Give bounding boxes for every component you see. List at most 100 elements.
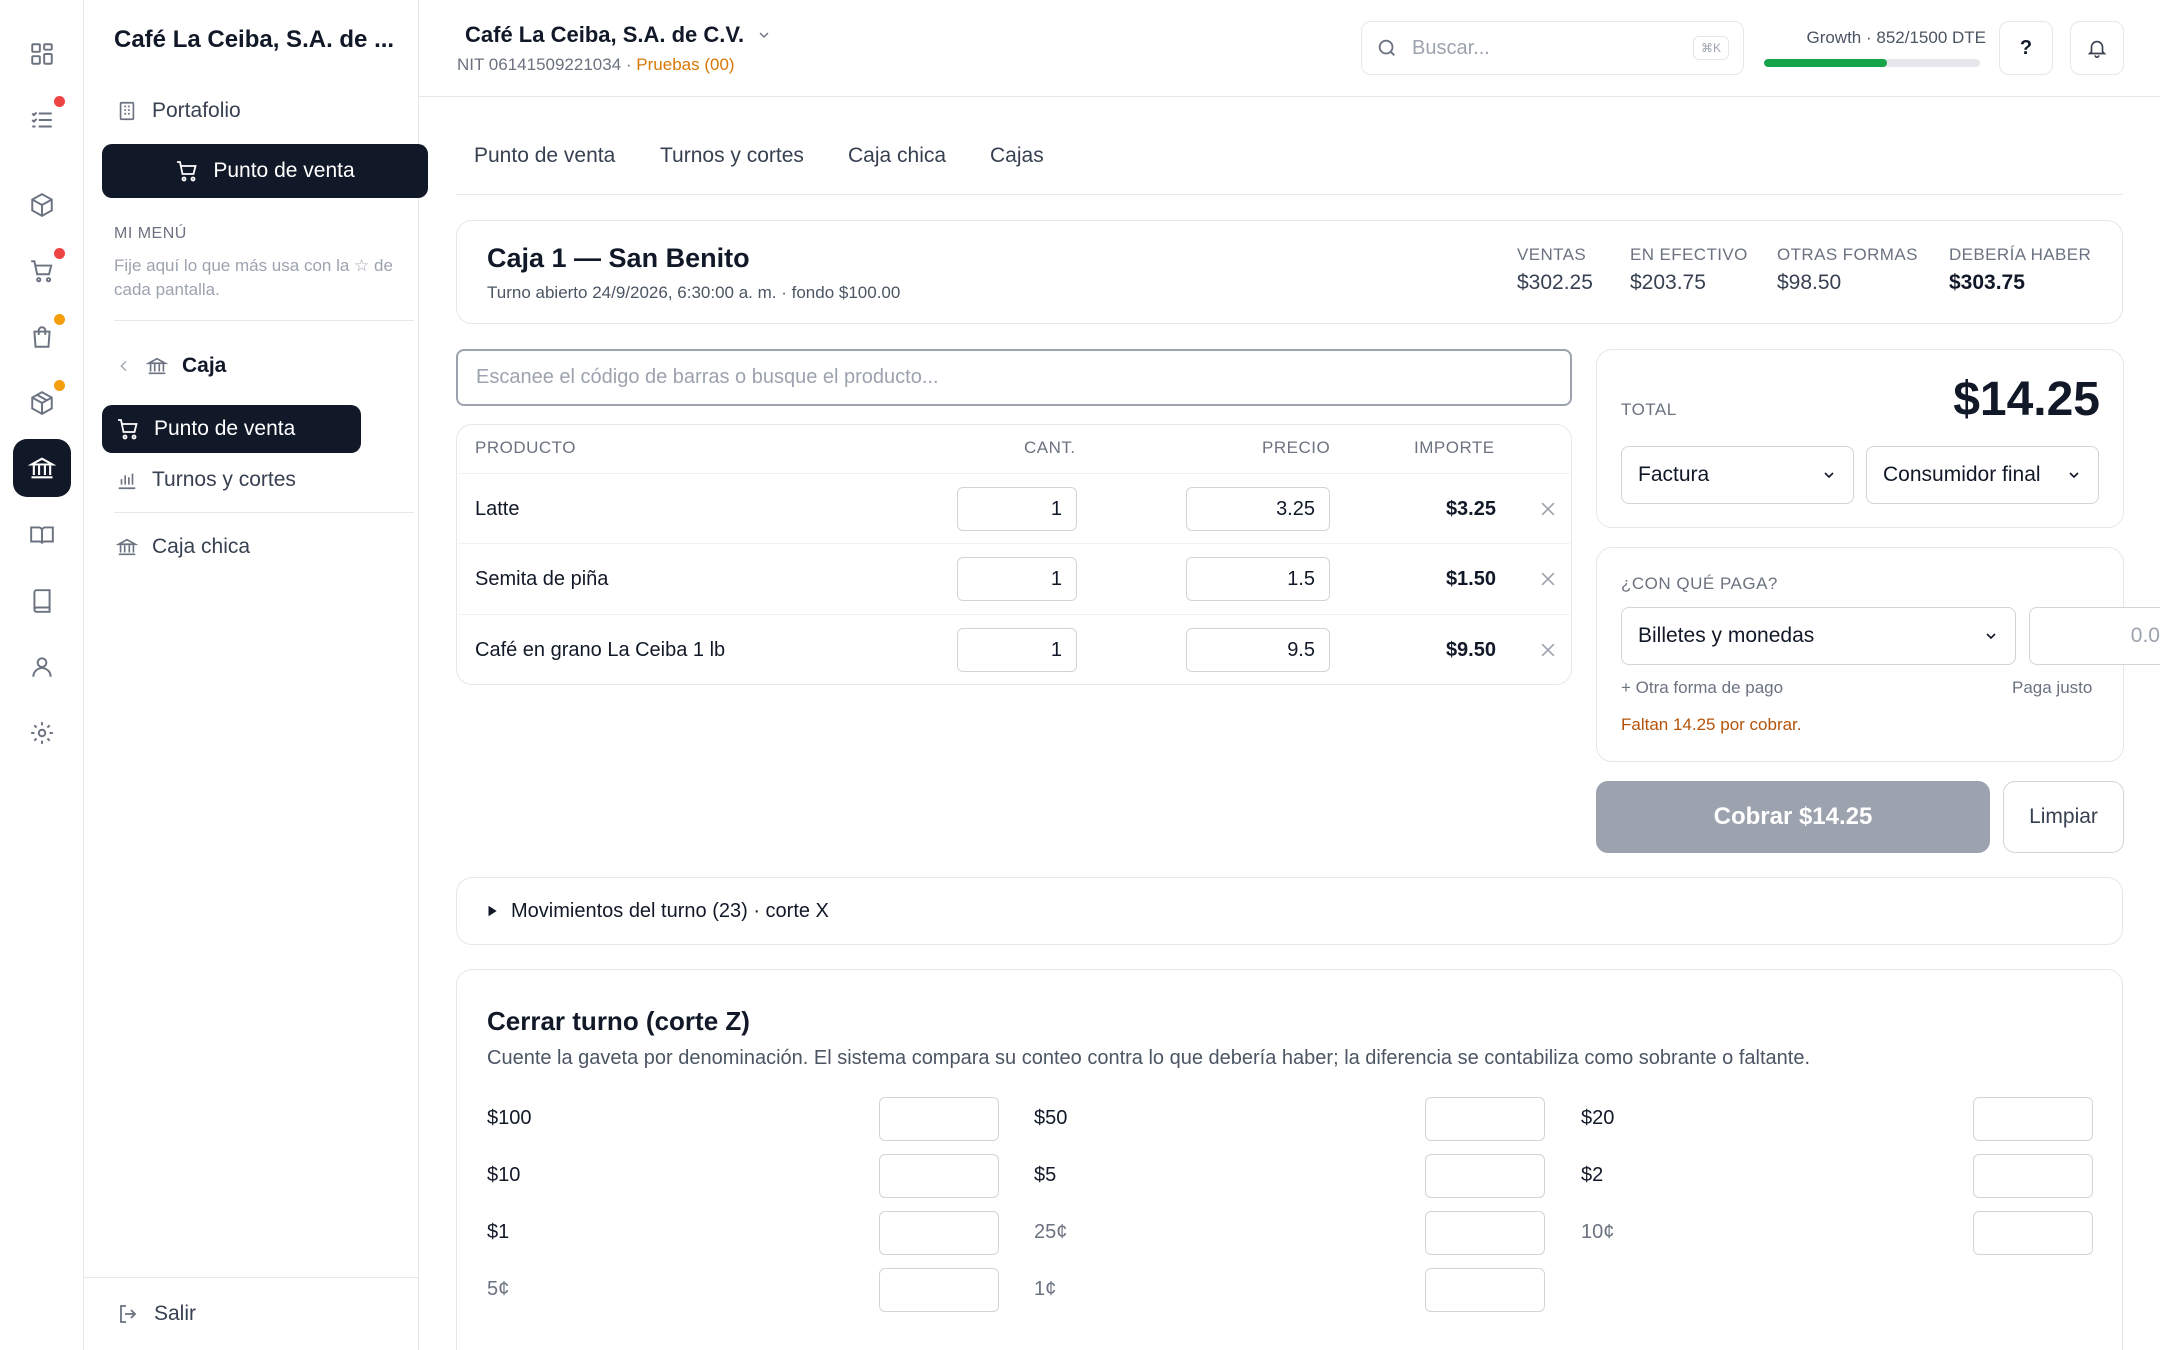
sidebar-item-label: Punto de venta [154, 417, 296, 440]
line-amount: $3.25 [1445, 498, 1496, 520]
total-amount: $14.25 [1953, 373, 2100, 426]
add-payment-method-link[interactable]: + Otra forma de pago [1621, 678, 1783, 698]
price-input[interactable]: 9.5 [1186, 628, 1330, 672]
denomination-input[interactable] [879, 1154, 999, 1198]
clear-button[interactable]: Limpiar [2003, 781, 2124, 853]
shift-movements-toggle[interactable]: Movimientos del turno (23) · corte X [456, 877, 2123, 945]
select-value: Consumidor final [1883, 463, 2041, 486]
denomination-input[interactable] [1425, 1154, 1545, 1198]
barcode-search-input[interactable]: Escanee el código de barras o busque el … [456, 349, 1572, 406]
remove-item-button[interactable] [1538, 640, 1560, 662]
denomination-input[interactable] [1973, 1154, 2093, 1198]
denomination-input[interactable] [1425, 1268, 1545, 1312]
header-qty: CANT. [1024, 438, 1076, 457]
divider [114, 512, 414, 513]
my-menu-hint: Fije aquí lo que más usa con la ☆ de cad… [114, 256, 393, 299]
denomination-label: $5 [1034, 1164, 1057, 1186]
denomination-label: 10¢ [1581, 1221, 1615, 1243]
box-icon[interactable] [13, 176, 71, 234]
stat-sales: VENTAS $302.25 [1517, 245, 1593, 295]
bell-icon [2086, 37, 2108, 59]
customer-select[interactable]: Consumidor final [1866, 446, 2099, 504]
charge-button[interactable]: Cobrar $14.25 [1596, 781, 1990, 853]
topbar: Café La Ceiba, S.A. de C.V. NIT 06141509… [419, 0, 2160, 97]
user-icon[interactable] [13, 638, 71, 696]
settings-icon[interactable] [13, 704, 71, 762]
tab-registers[interactable]: Cajas [990, 144, 1044, 168]
cart-badge [54, 248, 65, 259]
plan-usage-label: Growth · 852/1500 DTE [1806, 28, 1986, 47]
sidebar-item-petty-cash[interactable]: Caja chica [102, 520, 428, 574]
price-input[interactable]: 1.5 [1186, 557, 1330, 601]
stat-value: $303.75 [1949, 271, 2025, 294]
denomination-label: 5¢ [487, 1278, 510, 1300]
payment-amount-input[interactable]: 0.0 [2029, 607, 2160, 665]
bank-icon[interactable] [13, 439, 71, 497]
denomination-input[interactable] [879, 1097, 999, 1141]
sidebar-item-portfolio[interactable]: Portafolio [102, 84, 428, 138]
logout-label: Salir [154, 1302, 197, 1325]
icon-rail [0, 0, 84, 1350]
help-button[interactable]: ? [1999, 21, 2053, 75]
stat-value: $98.50 [1777, 271, 1842, 294]
register-subtitle: Turno abierto 24/9/2026, 6:30:00 a. m. ·… [487, 283, 901, 302]
building-icon [116, 100, 138, 122]
total-label: TOTAL [1621, 400, 1677, 419]
cart-icon [116, 417, 140, 441]
qty-input[interactable]: 1 [957, 487, 1077, 531]
denomination-input[interactable] [1425, 1211, 1545, 1255]
search-box[interactable]: Buscar... ⌘K [1361, 21, 1744, 75]
sidebar: Café La Ceiba, S.A. de ... Portafolio Pu… [84, 0, 428, 1350]
tabs-divider [456, 194, 2123, 195]
tab-petty-cash[interactable]: Caja chica [848, 144, 946, 168]
sidebar-item-shifts[interactable]: Turnos y cortes [102, 453, 428, 507]
close-shift-title: Cerrar turno (corte Z) [487, 1006, 750, 1036]
payment-method-select[interactable]: Billetes y monedas [1621, 607, 2016, 665]
chevron-down-icon [1821, 467, 1837, 483]
environment-badge: Pruebas (00) [636, 55, 735, 74]
tab-pos[interactable]: Punto de venta [474, 144, 615, 168]
denomination-input[interactable] [879, 1268, 999, 1312]
denomination-label: $2 [1581, 1164, 1604, 1186]
denomination-label: $100 [487, 1107, 532, 1129]
price-input[interactable]: 3.25 [1186, 487, 1330, 531]
denomination-input[interactable] [1973, 1097, 2093, 1141]
dashboard-icon[interactable] [13, 25, 71, 83]
sidebar-item-pos[interactable]: Punto de venta [102, 405, 361, 453]
cart-icon [175, 159, 199, 183]
sidebar-pos-button[interactable]: Punto de venta [102, 144, 428, 198]
denomination-input[interactable] [1973, 1211, 2093, 1255]
logout-button[interactable]: Salir [102, 1287, 428, 1341]
denomination-label: $10 [487, 1164, 521, 1186]
remove-item-button[interactable] [1538, 499, 1560, 521]
stat-label: EN EFECTIVO [1630, 245, 1748, 264]
select-value: Billetes y monedas [1638, 624, 1815, 647]
line-amount: $1.50 [1445, 568, 1496, 590]
denomination-input[interactable] [1425, 1097, 1545, 1141]
qty-input[interactable]: 1 [957, 557, 1077, 601]
remove-item-button[interactable] [1538, 569, 1560, 591]
qty-input[interactable]: 1 [957, 628, 1077, 672]
nit-text: NIT 06141509221034 · [457, 55, 637, 74]
denomination-input[interactable] [879, 1211, 999, 1255]
header-price: PRECIO [1262, 438, 1331, 457]
denomination-label: $1 [487, 1221, 510, 1243]
stat-label: VENTAS [1517, 245, 1587, 264]
denomination-label: 1¢ [1034, 1278, 1057, 1300]
exact-payment-link[interactable]: Paga justo [2012, 678, 2092, 698]
row-divider [458, 543, 1570, 544]
org-switcher[interactable]: Café La Ceiba, S.A. de C.V. [465, 22, 772, 48]
sidebar-item-label: Caja chica [152, 535, 251, 558]
document-type-select[interactable]: Factura [1621, 446, 1854, 504]
chevron-down-icon [1983, 628, 1999, 644]
notifications-button[interactable] [2070, 21, 2124, 75]
denomination-label: $50 [1034, 1107, 1068, 1129]
search-input[interactable]: Buscar... [1412, 37, 1490, 60]
sidebar-item-label: Punto de venta [213, 159, 355, 182]
book-icon[interactable] [13, 572, 71, 630]
sidebar-section-caja[interactable]: Caja [102, 339, 428, 393]
open-book-icon[interactable] [13, 506, 71, 564]
my-menu-label: MI MENÚ [114, 225, 187, 242]
tab-shifts[interactable]: Turnos y cortes [660, 144, 804, 168]
sidebar-section-label: Caja [182, 354, 227, 377]
